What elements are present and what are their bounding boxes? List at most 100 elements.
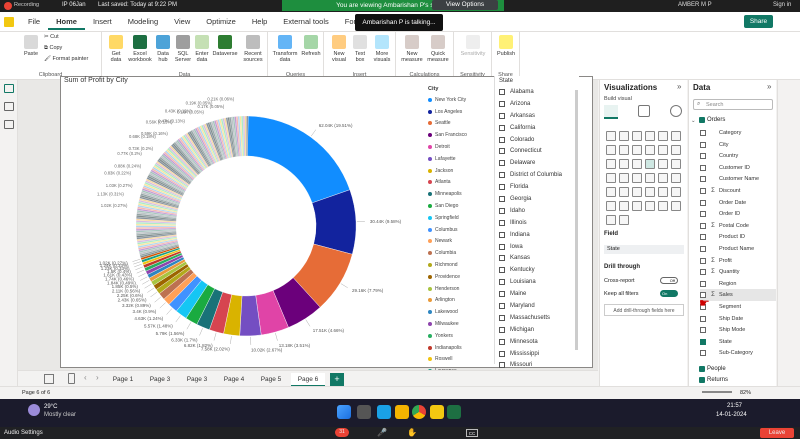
menu-file[interactable]: File — [20, 14, 48, 30]
visual-type-icon[interactable] — [632, 187, 642, 197]
visual-type-icon[interactable] — [619, 187, 629, 197]
checkbox[interactable] — [499, 184, 505, 191]
edge-icon[interactable] — [377, 405, 391, 419]
share-button[interactable]: Share — [744, 15, 773, 28]
slicer-item[interactable]: Minnesota — [495, 336, 579, 348]
sensitivity-button[interactable]: Sensitivity — [458, 35, 488, 57]
paste-button[interactable]: Paste — [22, 35, 40, 57]
checkbox[interactable] — [499, 172, 505, 179]
legend-item[interactable]: Jackson — [428, 165, 492, 177]
checkbox[interactable] — [499, 88, 505, 95]
field-ship-date[interactable]: Ship Date — [700, 313, 776, 325]
cross-report-toggle[interactable]: Off — [660, 277, 678, 284]
visual-type-icon[interactable] — [606, 187, 616, 197]
checkbox[interactable] — [499, 207, 505, 214]
field-customer-id[interactable]: Customer ID — [700, 162, 776, 174]
table-view-icon[interactable] — [4, 102, 14, 111]
view-options-button[interactable]: View Options — [432, 0, 498, 10]
legend-item[interactable]: Yonkers — [428, 330, 492, 342]
checkbox[interactable] — [499, 338, 505, 345]
menu-view[interactable]: View — [166, 14, 198, 30]
visual-type-icon[interactable] — [619, 173, 629, 183]
refresh-button[interactable]: Refresh — [300, 35, 322, 57]
field-checkbox[interactable] — [700, 327, 706, 334]
sql-server-button[interactable]: SQL Server — [174, 35, 192, 63]
field-checkbox[interactable] — [700, 164, 706, 171]
visual-type-icon[interactable] — [645, 145, 655, 155]
slicer-item[interactable]: Iowa — [495, 241, 579, 253]
legend-item[interactable]: New York City — [428, 94, 492, 106]
legend-item[interactable]: Columbia — [428, 247, 492, 259]
cut-button[interactable]: ✂ Cut — [44, 34, 59, 40]
field-state[interactable]: State — [700, 336, 776, 348]
field-checkbox[interactable] — [700, 153, 706, 160]
field-checkbox[interactable] — [700, 130, 706, 136]
visual-type-icon[interactable] — [671, 131, 681, 141]
next-page-icon[interactable]: › — [96, 373, 99, 382]
visual-type-icon[interactable] — [619, 159, 629, 169]
desktop-layout-icon[interactable] — [44, 374, 54, 384]
mic-icon[interactable]: 🎤 — [377, 428, 387, 437]
visual-type-icon[interactable] — [658, 173, 668, 183]
visual-type-icon[interactable] — [645, 173, 655, 183]
text-box-button[interactable]: Text box — [351, 35, 369, 63]
recent-sources-button[interactable]: Recent sources — [240, 35, 266, 63]
field-checkbox[interactable] — [700, 257, 706, 264]
table-people[interactable]: People — [707, 366, 726, 372]
field-product-name[interactable]: Product Name — [700, 243, 776, 255]
data-hub-button[interactable]: Data hub — [154, 35, 172, 63]
legend-item[interactable]: Atlanta — [428, 177, 492, 189]
new-measure-button[interactable]: New measure — [400, 35, 424, 63]
visual-type-icon[interactable] — [645, 159, 655, 169]
visual-type-icon[interactable] — [658, 131, 668, 141]
field-well-value[interactable]: State — [604, 245, 684, 254]
field-postal-code[interactable]: Σ Postal Code — [700, 220, 776, 232]
field-checkbox[interactable] — [700, 141, 706, 148]
slicer-item[interactable]: Georgia — [495, 193, 579, 205]
visual-type-icon[interactable] — [632, 145, 642, 155]
visual-type-icon[interactable] — [658, 145, 668, 155]
search-box[interactable]: ⌕ Search — [693, 99, 773, 110]
slicer-item[interactable]: Michigan — [495, 324, 579, 336]
slicer-item[interactable]: Louisiana — [495, 276, 579, 288]
field-checkbox[interactable] — [700, 188, 706, 194]
checkbox[interactable] — [499, 291, 505, 298]
collapse-data-icon[interactable]: » — [767, 82, 771, 91]
checkbox[interactable] — [499, 267, 505, 274]
keep-filters-toggle[interactable]: On — [660, 290, 678, 297]
slicer-item[interactable]: Florida — [495, 181, 579, 193]
slicer-item[interactable]: Idaho — [495, 205, 579, 217]
checkbox[interactable] — [499, 231, 505, 238]
checkbox[interactable] — [499, 124, 505, 131]
get-data-button[interactable]: Get data — [106, 35, 126, 63]
checkbox[interactable] — [499, 160, 505, 167]
slicer-item[interactable]: Massachusetts — [495, 312, 579, 324]
visual-type-icon[interactable] — [606, 201, 616, 211]
visual-type-icon[interactable] — [619, 145, 629, 155]
field-segment[interactable]: Segment — [700, 301, 776, 313]
task-view-icon[interactable] — [357, 405, 371, 419]
copy-button[interactable]: ⧉ Copy — [44, 45, 62, 51]
legend-item[interactable]: San Francisco — [428, 129, 492, 141]
leave-button[interactable]: Leave — [760, 428, 794, 438]
slicer-item[interactable]: Arkansas — [495, 110, 579, 122]
field-customer-name[interactable]: Customer Name — [700, 173, 776, 185]
slicer-scrollbar[interactable] — [575, 90, 578, 350]
legend-item[interactable]: Roswell — [428, 354, 492, 366]
field-checkbox[interactable] — [700, 176, 706, 183]
checkbox[interactable] — [499, 148, 505, 155]
field-order-id[interactable]: Order ID — [700, 208, 776, 220]
field-checkbox[interactable] — [700, 246, 706, 252]
visual-type-icon[interactable] — [606, 173, 616, 183]
format-visual-tab-icon[interactable] — [638, 105, 650, 117]
page-tab[interactable]: Page 6 — [291, 373, 325, 387]
legend-item[interactable]: Indianapolis — [428, 342, 492, 354]
report-view-icon[interactable] — [4, 84, 14, 93]
chrome-icon[interactable] — [412, 405, 426, 419]
collapse-icon[interactable]: » — [677, 82, 681, 91]
captions-icon[interactable]: CC — [466, 429, 478, 437]
legend-item[interactable]: Providence — [428, 271, 492, 283]
file-explorer-icon[interactable] — [395, 405, 409, 419]
legend-item[interactable]: San Diego — [428, 200, 492, 212]
slicer-item[interactable]: Arizona — [495, 98, 579, 110]
